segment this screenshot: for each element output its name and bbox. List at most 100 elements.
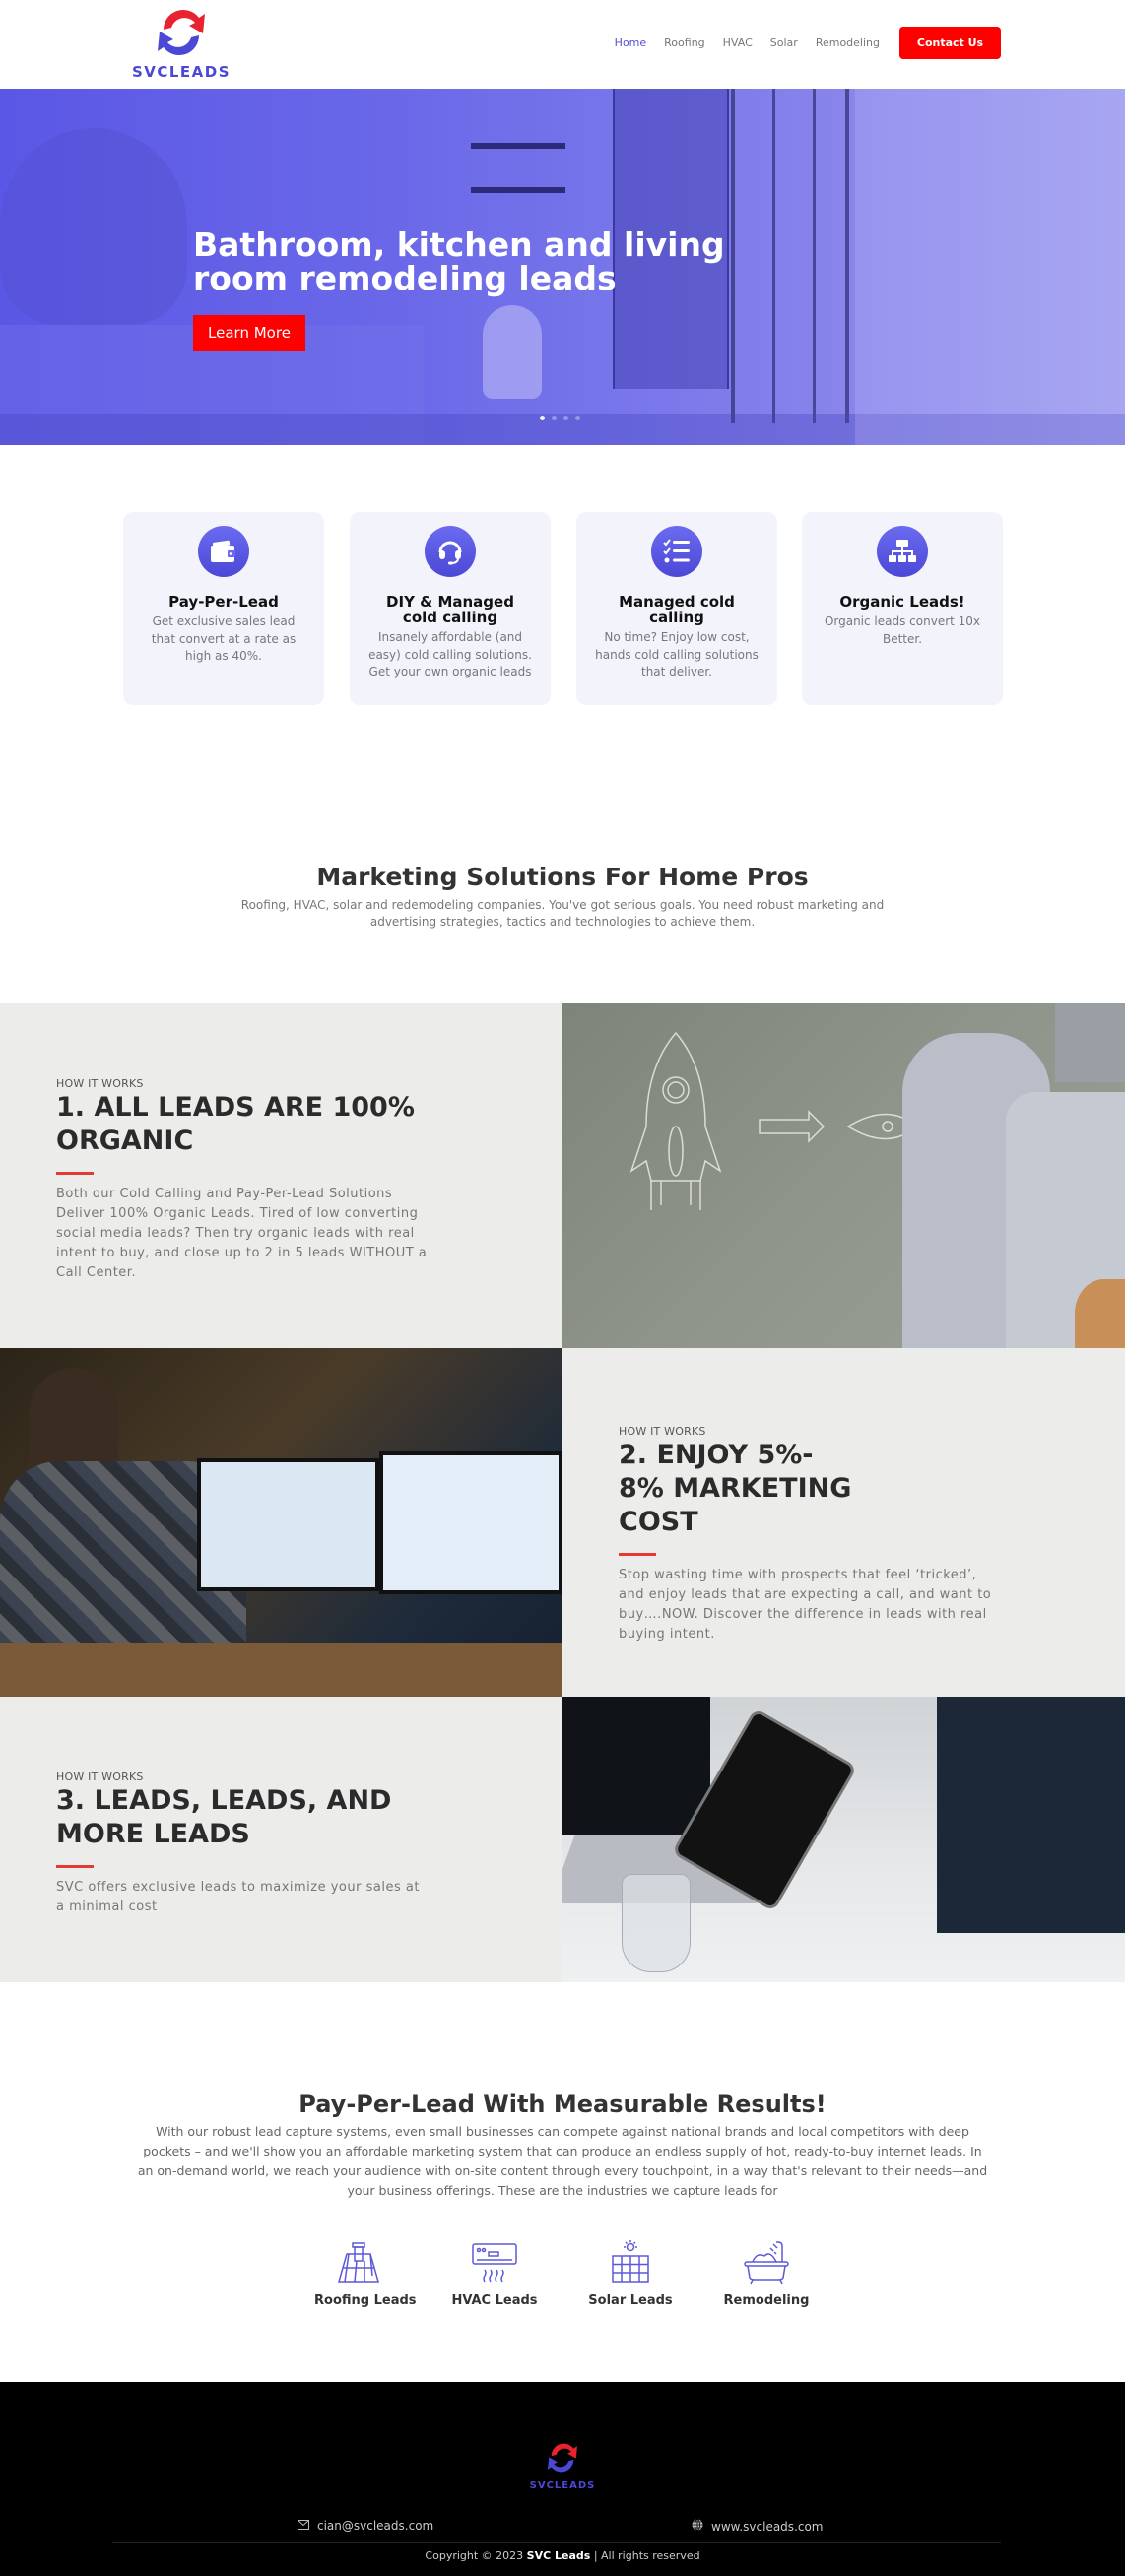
hair-shape <box>1075 1279 1125 1348</box>
industry-label: Solar Leads <box>588 2293 673 2308</box>
features-section: Pay-Per-Lead Get exclusive sales lead th… <box>0 445 1125 770</box>
glass-shape <box>622 1874 691 1972</box>
laptop-screen-shape <box>562 1697 710 1835</box>
slider-dot[interactable] <box>563 416 568 420</box>
pay-per-lead-section: Pay-Per-Lead With Measurable Results! Wi… <box>0 1982 1125 2382</box>
industry-roofing[interactable]: Roofing Leads <box>314 2240 417 2308</box>
industry-hvac[interactable]: HVAC Leads <box>450 2240 539 2308</box>
step-1-image <box>562 1003 1125 1348</box>
feature-card-managed-cold-calling: Managed cold calling No time? Enjoy low … <box>576 512 777 705</box>
logo-arrows-icon <box>548 2443 577 2473</box>
copyright-suffix: | All rights reserved <box>593 2549 700 2562</box>
step-desc: Stop wasting time with prospects that fe… <box>619 1568 992 1642</box>
hero-banner: Bathroom, kitchen and living room remode… <box>0 89 1125 445</box>
footer-logo[interactable]: SVCLEADS <box>525 2439 600 2491</box>
copyright-prefix: Copyright © 2023 <box>425 2549 524 2562</box>
how-it-works-step-3: HOW IT WORKS 3. LEADS, LEADS, AND MORE L… <box>0 1697 1125 1982</box>
marketing-section: Marketing Solutions For Home Pros Roofin… <box>0 770 1125 1003</box>
step-divider <box>56 1172 94 1175</box>
sitemap-icon <box>877 526 928 577</box>
feature-desc: Get exclusive sales lead that convert at… <box>151 614 297 663</box>
step-kicker: HOW IT WORKS <box>619 1425 706 1438</box>
step-text-panel: HOW IT WORKS 1. ALL LEADS ARE 100% ORGAN… <box>0 1003 562 1348</box>
hero-shelf-shape <box>471 143 565 149</box>
step-text-panel: HOW IT WORKS 2. ENJOY 5%- 8% MARKETING C… <box>562 1348 1125 1697</box>
step-kicker: HOW IT WORKS <box>56 1077 144 1090</box>
site-logo[interactable]: SVCLEADS <box>126 4 236 85</box>
nav-hvac[interactable]: HVAC <box>723 36 753 49</box>
suit-shape <box>937 1697 1125 1933</box>
marketing-desc: Roofing, HVAC, solar and redemodeling co… <box>240 898 885 929</box>
footer-website[interactable]: www.svcleads.com <box>692 2519 824 2534</box>
headset-icon <box>425 526 476 577</box>
how-it-works-step-1: HOW IT WORKS 1. ALL LEADS ARE 100% ORGAN… <box>0 1003 1125 1348</box>
nav-solar[interactable]: Solar <box>770 36 798 49</box>
learn-more-button[interactable]: Learn More <box>193 315 305 351</box>
footer-email[interactable]: cian@svcleads.com <box>298 2519 433 2533</box>
footer-email-text[interactable]: cian@svcleads.com <box>317 2519 433 2533</box>
nav-remodeling[interactable]: Remodeling <box>816 36 880 49</box>
slider-dot[interactable] <box>552 416 557 420</box>
checklist-icon <box>651 526 702 577</box>
step-divider <box>56 1865 94 1868</box>
feature-desc: No time? Enjoy low cost, hands cold call… <box>595 630 759 678</box>
wallet-icon <box>198 526 249 577</box>
ppl-desc: With our robust lead capture systems, ev… <box>137 2124 988 2198</box>
marketing-title: Marketing Solutions For Home Pros <box>316 863 809 891</box>
industry-solar[interactable]: Solar Leads <box>586 2240 675 2308</box>
solar-panel-icon <box>612 2240 649 2283</box>
feature-desc: Organic leads convert 10x Better. <box>824 614 981 646</box>
step-text-panel: HOW IT WORKS 3. LEADS, LEADS, AND MORE L… <box>0 1697 562 1982</box>
step-title: 1. ALL LEADS ARE 100% ORGANIC <box>56 1092 415 1156</box>
contact-us-button[interactable]: Contact Us <box>899 27 1001 59</box>
feature-title: Managed cold calling <box>619 593 735 626</box>
logo-text: SVCLEADS <box>131 63 232 81</box>
nav-home[interactable]: Home <box>615 36 646 49</box>
footer-logo-text: SVCLEADS <box>529 2480 596 2491</box>
step-2-image <box>0 1348 562 1697</box>
feature-title: DIY & Managed cold calling <box>386 593 514 626</box>
industry-label: Roofing Leads <box>314 2293 417 2308</box>
monitor-right-shape <box>379 1451 562 1594</box>
hero-content: Bathroom, kitchen and living room remode… <box>193 228 824 351</box>
bathtub-icon <box>744 2241 789 2285</box>
step-divider <box>619 1553 656 1556</box>
feature-title: Organic Leads! <box>839 593 965 611</box>
step-kicker: HOW IT WORKS <box>56 1771 144 1783</box>
nav-roofing[interactable]: Roofing <box>664 36 705 49</box>
laptop-shape <box>1055 1003 1125 1082</box>
site-header: SVCLEADS Home Roofing HVAC Solar Remodel… <box>0 0 1125 89</box>
copyright: Copyright © 2023 SVC Leads | All rights … <box>0 2549 1125 2562</box>
feature-card-organic-leads: Organic Leads! Organic leads convert 10x… <box>802 512 1003 705</box>
air-conditioner-icon <box>472 2243 517 2283</box>
envelope-icon <box>298 2519 309 2533</box>
slider-dots <box>540 416 580 420</box>
hero-title: Bathroom, kitchen and living room remode… <box>193 225 725 297</box>
step-title: 2. ENJOY 5%- 8% MARKETING COST <box>619 1440 852 1537</box>
globe-icon <box>692 2519 703 2534</box>
feature-title: Pay-Per-Lead <box>168 593 279 611</box>
main-nav: Home Roofing HVAC Solar Remodeling Conta… <box>615 27 1001 59</box>
industry-label: Remodeling <box>723 2293 810 2308</box>
footer-divider <box>112 2542 1001 2543</box>
feature-card-diy-cold-calling: DIY & Managed cold calling Insanely affo… <box>350 512 551 705</box>
hero-shelf-shape-2 <box>471 187 565 193</box>
hero-wall-light <box>855 89 1125 445</box>
footer-website-text[interactable]: www.svcleads.com <box>711 2520 824 2534</box>
step-title: 3. LEADS, LEADS, AND MORE LEADS <box>56 1785 392 1849</box>
step-3-image <box>562 1697 1125 1982</box>
industries-list: Roofing Leads HVAC Leads Solar Leads Rem… <box>0 2240 1125 2308</box>
industry-remodeling[interactable]: Remodeling <box>722 2240 811 2308</box>
desk-shape <box>0 1643 562 1697</box>
step-desc: Both our Cold Calling and Pay-Per-Lead S… <box>56 1187 428 1280</box>
slider-dot[interactable] <box>575 416 580 420</box>
feature-desc: Insanely affordable (and easy) cold call… <box>368 630 532 678</box>
hero-plant-shape <box>0 128 187 325</box>
roof-icon <box>338 2242 379 2283</box>
industry-label: HVAC Leads <box>451 2293 538 2308</box>
feature-card-pay-per-lead: Pay-Per-Lead Get exclusive sales lead th… <box>123 512 324 705</box>
site-footer: SVCLEADS cian@svcleads.com www.svcleads.… <box>0 2382 1125 2576</box>
slider-dot[interactable] <box>540 416 545 420</box>
ppl-title: Pay-Per-Lead With Measurable Results! <box>298 2091 827 2118</box>
how-it-works-step-2: HOW IT WORKS 2. ENJOY 5%- 8% MARKETING C… <box>0 1348 1125 1697</box>
